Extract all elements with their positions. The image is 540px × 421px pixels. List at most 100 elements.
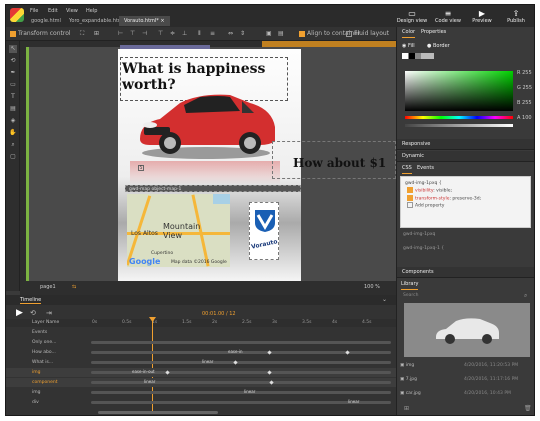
- add-property-row[interactable]: Add property: [401, 202, 530, 210]
- align-middle-icon[interactable]: ≑: [170, 30, 175, 38]
- zoom-level[interactable]: 100 %: [364, 284, 380, 290]
- headline2-text[interactable]: How about $1: [293, 155, 386, 171]
- ruler-highlight: [262, 41, 396, 47]
- timeline-row[interactable]: How abo... ease-in: [6, 348, 396, 357]
- distribute-v-icon[interactable]: ≡: [210, 30, 215, 38]
- vorauto-logo[interactable]: Vorauto: [249, 202, 279, 260]
- tab-color[interactable]: Color: [402, 27, 416, 38]
- step-icon[interactable]: ⇥: [46, 309, 52, 317]
- css-selector[interactable]: gwd-img-1pxq {: [401, 177, 530, 187]
- timeline-row[interactable]: img ease-in-out: [6, 368, 396, 377]
- tab-properties[interactable]: Properties: [421, 27, 446, 37]
- timeline-scrollbar[interactable]: [98, 411, 218, 414]
- layer-track[interactable]: [91, 381, 391, 384]
- dynamic-section[interactable]: Dynamic: [397, 151, 534, 162]
- search-icon[interactable]: ⌕: [524, 292, 527, 300]
- align-center-icon[interactable]: ⊤: [130, 30, 135, 38]
- page-selector[interactable]: page1: [40, 284, 56, 290]
- rectangle-tool-icon[interactable]: ▭: [9, 81, 17, 89]
- size-icon[interactable]: ▣: [266, 30, 272, 38]
- align-top-icon[interactable]: ⊤: [158, 30, 163, 38]
- align-right-icon[interactable]: ⊣: [142, 30, 147, 38]
- stage-tool-icon[interactable]: ▢: [9, 153, 17, 161]
- tab-vorauto[interactable]: Vorauto.html* ×: [119, 16, 170, 26]
- responsive-section[interactable]: Responsive: [397, 139, 534, 150]
- timeline-time[interactable]: 00:01.00 / 12: [202, 311, 236, 317]
- alpha-slider[interactable]: [405, 124, 513, 127]
- page-nav-icon[interactable]: ⇆: [72, 284, 76, 290]
- border-option[interactable]: ● Border: [427, 43, 450, 49]
- tab-css[interactable]: CSS: [402, 163, 412, 174]
- timeline-title[interactable]: Timeline: [20, 297, 42, 304]
- space-h-icon[interactable]: ⇔: [228, 30, 233, 38]
- space-v-icon[interactable]: ⇕: [240, 30, 245, 38]
- guides-icon[interactable]: ⊞: [94, 30, 99, 38]
- design-view-button[interactable]: ▭ Design view: [394, 9, 430, 24]
- distribute-h-icon[interactable]: ⫴: [198, 30, 201, 38]
- pen-tool-icon[interactable]: ✒: [9, 69, 17, 77]
- select-tool-icon[interactable]: ↖: [9, 45, 17, 53]
- library-item[interactable]: ▣ img 4/20/2016, 11:20:53 PM: [400, 361, 531, 371]
- menu-edit[interactable]: Edit: [48, 8, 58, 14]
- menu-view[interactable]: View: [66, 8, 78, 14]
- timeline-row[interactable]: Events: [6, 328, 396, 337]
- preview-button[interactable]: ▶ Preview: [464, 9, 500, 24]
- delete-icon[interactable]: 🗑: [524, 405, 532, 412]
- menu-help[interactable]: Help: [86, 8, 97, 14]
- map-group-label[interactable]: gwd-map object-map-1: [125, 185, 301, 192]
- css-selector-2[interactable]: gwd-img-1pxq: [400, 231, 531, 239]
- timeline-row[interactable]: img linear: [6, 388, 396, 397]
- publish-icon: ⇪: [512, 9, 520, 18]
- add-folder-icon[interactable]: ⊞: [404, 405, 409, 412]
- collapse-icon[interactable]: ⌄: [382, 296, 387, 303]
- library-item[interactable]: ▣ car.jpg 4/20/2016, 10:43 PM: [400, 389, 531, 399]
- css-property-row[interactable]: visibility: visible;: [401, 187, 530, 195]
- tab-library[interactable]: Library: [401, 279, 419, 290]
- layer-track[interactable]: [91, 361, 391, 364]
- transform-tool-icon[interactable]: ⟲: [9, 57, 17, 65]
- menu-file[interactable]: File: [30, 8, 38, 14]
- zoom-tool-icon[interactable]: ⌕: [9, 141, 17, 149]
- timeline-row[interactable]: component linear: [6, 378, 396, 387]
- red-value[interactable]: R 255: [517, 70, 532, 76]
- color-picker-field[interactable]: [405, 71, 513, 111]
- fill-tool-icon[interactable]: ◈: [9, 117, 17, 125]
- align-bottom-icon[interactable]: ⊥: [182, 30, 187, 38]
- css-property-row[interactable]: transform-style: preserve-3d;: [401, 194, 530, 203]
- fill-option[interactable]: ◉ Fill: [402, 43, 415, 49]
- fluid-layout-toggle[interactable]: Fluid layout: [346, 30, 389, 38]
- car-image[interactable]: [130, 81, 280, 161]
- align-left-icon[interactable]: ⊢: [118, 30, 123, 38]
- components-section[interactable]: Components: [397, 267, 534, 278]
- swatch-row[interactable]: [402, 53, 434, 59]
- play-button[interactable]: ▶: [16, 308, 23, 318]
- transform-tool-icon[interactable]: ⛶: [80, 30, 84, 38]
- tag-tool-icon[interactable]: ▤: [9, 105, 17, 113]
- design-view-label: Design view: [396, 18, 428, 24]
- layer-track[interactable]: [91, 391, 391, 394]
- library-search[interactable]: Search: [403, 293, 418, 298]
- timeline-row[interactable]: What is... linear: [6, 358, 396, 367]
- loop-icon[interactable]: ⟲: [30, 309, 36, 317]
- match-size-icon[interactable]: ▤: [278, 30, 284, 38]
- tab-google[interactable]: google.html: [26, 16, 66, 26]
- text-tool-icon[interactable]: T: [9, 93, 17, 101]
- blue-value[interactable]: B 255: [517, 100, 532, 106]
- css-selector-3[interactable]: gwd-img-1pxq-1 {: [400, 245, 531, 253]
- timeline-row[interactable]: div linear: [6, 398, 396, 407]
- library-item[interactable]: ▣ 7.jpg 4/20/2016, 11:17:16 PM: [400, 375, 531, 385]
- green-value[interactable]: G 255: [517, 85, 532, 91]
- layer-track[interactable]: [91, 341, 391, 344]
- hue-slider[interactable]: [405, 116, 513, 119]
- timeline-row[interactable]: Only one...: [6, 338, 396, 347]
- close-icon[interactable]: ×: [160, 18, 164, 24]
- google-map[interactable]: Los Altos Mountain View Cupertino Google…: [127, 194, 230, 267]
- hand-tool-icon[interactable]: ✋: [9, 129, 17, 137]
- code-view-button[interactable]: ≡ Code view: [430, 9, 466, 24]
- fluid-guide-bar: [26, 47, 29, 291]
- publish-button[interactable]: ⇪ Publish: [498, 9, 534, 24]
- alpha-value[interactable]: A 100: [517, 115, 532, 121]
- transform-control-toggle[interactable]: Transform control: [10, 30, 71, 38]
- layer-track[interactable]: [91, 401, 391, 404]
- tab-events[interactable]: Events: [417, 163, 434, 173]
